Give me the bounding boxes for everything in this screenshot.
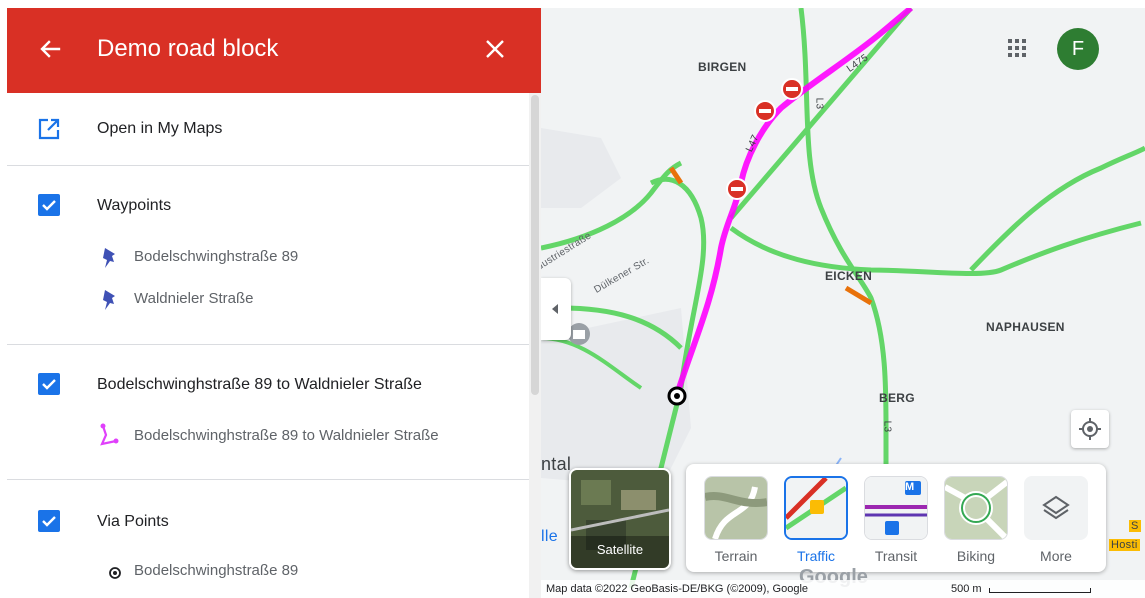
panel-title: Demo road block — [97, 35, 279, 62]
scale-bar — [989, 588, 1091, 593]
poi-pin-icon[interactable] — [568, 323, 590, 345]
road-label: L3 — [881, 420, 893, 433]
place-label: EICKEN — [825, 269, 873, 283]
waypoint-item[interactable]: Waldnieler Straße — [134, 290, 254, 307]
place-label: Hosti — [1109, 539, 1140, 551]
route-line-icon — [98, 423, 120, 454]
pin-icon — [99, 246, 119, 273]
layer-route: Bodelschwinghstraße 89 to Waldnieler Str… — [7, 345, 529, 479]
road-closure-icon[interactable] — [781, 78, 803, 100]
layer-option-traffic[interactable]: Traffic — [784, 476, 848, 564]
layer-option-label: Terrain — [714, 548, 758, 564]
road-closure-icon[interactable] — [726, 178, 748, 200]
layer-title[interactable]: Via Points — [97, 513, 169, 531]
satellite-toggle[interactable]: Satellite — [569, 468, 671, 570]
map-attribution-bar: Map data ©2022 GeoBasis-DE/BKG (©2009), … — [541, 580, 1145, 598]
layer-option-transit[interactable]: M Transit — [864, 476, 928, 564]
layer-option-terrain[interactable]: Terrain — [704, 476, 768, 564]
route-item[interactable]: Bodelschwinghstraße 89 to Waldnieler Str… — [134, 427, 439, 444]
open-external-icon — [37, 117, 61, 146]
side-panel: Demo road block Open in My Maps Waypoint… — [7, 8, 541, 598]
collapse-panel-button[interactable] — [541, 278, 571, 340]
layer-option-biking[interactable]: Biking — [944, 476, 1008, 564]
caret-left-icon — [552, 304, 558, 314]
panel-header: Demo road block — [7, 8, 541, 93]
route-start-marker[interactable] — [667, 386, 687, 406]
place-label: ntal — [541, 454, 572, 474]
layer-option-label: More — [1040, 548, 1072, 564]
map-canvas[interactable]: BIRGEN EICKEN NAPHAUSEN BERG ntal lle Ho… — [541, 8, 1145, 598]
panel-scrollbar[interactable] — [529, 93, 541, 598]
scrollbar-thumb[interactable] — [531, 95, 539, 395]
satellite-label: Satellite — [596, 542, 644, 557]
layer-option-label: Biking — [956, 548, 996, 564]
waypoints-checkbox[interactable] — [38, 194, 60, 216]
map-attribution[interactable]: Map data ©2022 GeoBasis-DE/BKG (©2009), … — [546, 583, 808, 595]
layer-option-label: Traffic — [796, 548, 836, 564]
account-avatar[interactable]: F — [1057, 28, 1099, 70]
layer-title[interactable]: Waypoints — [97, 197, 171, 215]
crosshair-icon — [1079, 418, 1101, 440]
place-label: NAPHAUSEN — [986, 320, 1065, 334]
place-label: BERG — [879, 391, 915, 405]
place-label: lle — [541, 528, 558, 545]
back-arrow-icon[interactable] — [37, 36, 63, 62]
road-label: L3 — [813, 97, 825, 110]
waypoint-item[interactable]: Bodelschwinghstraße 89 — [134, 248, 298, 265]
open-in-my-maps-row[interactable]: Open in My Maps — [7, 93, 529, 165]
via-point-item[interactable]: Bodelschwinghstraße 89 — [134, 562, 298, 579]
layer-option-label: Transit — [874, 548, 918, 564]
map-layers-panel: Terrain Traffic M Transit Biking More — [686, 464, 1106, 572]
place-label: S — [1129, 520, 1141, 532]
layer-waypoints: Waypoints Bodelschwinghstraße 89 Waldnie… — [7, 166, 529, 344]
my-location-button[interactable] — [1071, 410, 1109, 448]
transit-badge: M — [905, 481, 915, 493]
scale-label[interactable]: 500 m — [951, 583, 982, 595]
layer-title[interactable]: Bodelschwinghstraße 89 to Waldnieler Str… — [97, 376, 422, 394]
place-label: BIRGEN — [698, 60, 747, 74]
close-icon[interactable] — [482, 36, 508, 62]
apps-grid-icon[interactable] — [1007, 38, 1027, 63]
open-in-my-maps-link[interactable]: Open in My Maps — [97, 120, 222, 138]
route-checkbox[interactable] — [38, 373, 60, 395]
via-points-checkbox[interactable] — [38, 510, 60, 532]
layer-option-more[interactable]: More — [1024, 476, 1088, 564]
via-point-icon — [109, 566, 121, 584]
layer-via-points: Via Points Bodelschwinghstraße 89 — [7, 480, 529, 598]
layers-stack-icon — [1042, 495, 1070, 520]
road-closure-icon[interactable] — [754, 100, 776, 122]
pin-icon — [99, 288, 119, 315]
